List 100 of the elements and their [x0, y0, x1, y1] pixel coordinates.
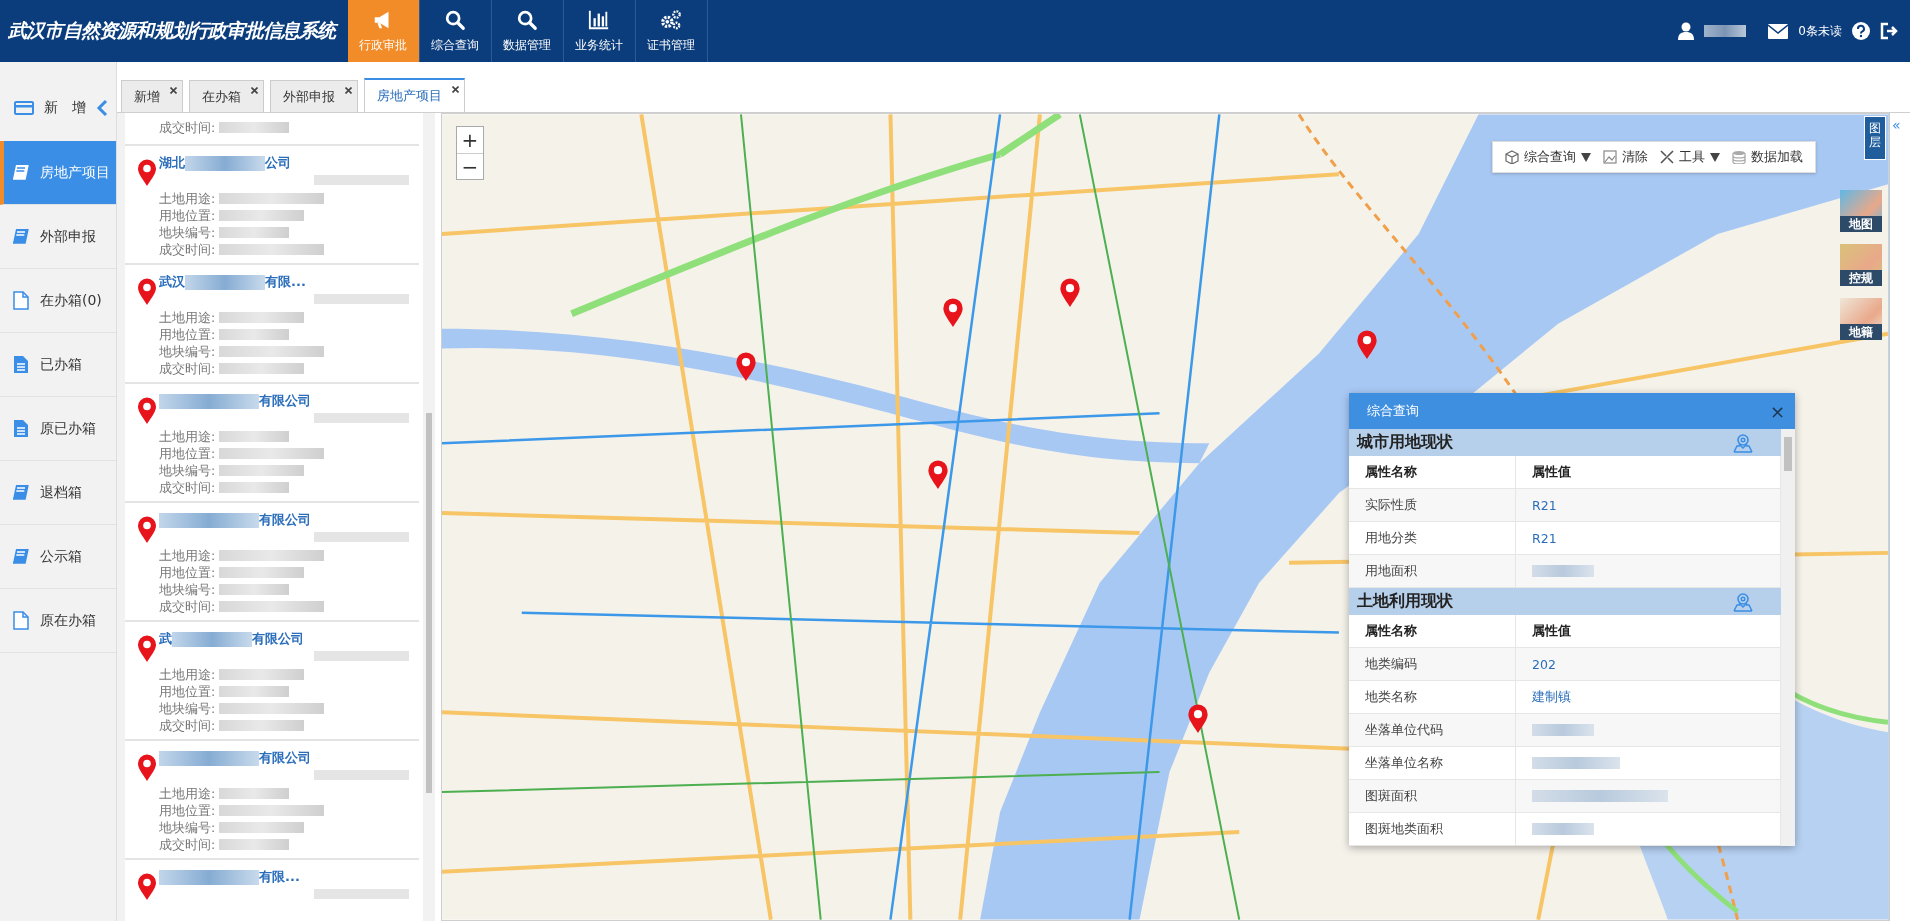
collapse-button[interactable]: «: [1890, 113, 1903, 137]
map-view[interactable]: + − 综合查询 清除 工具 数据加载 图层 地图 控规 地籍 综合查询 × 城市用地现状 属性名称 属性值 实际性质 R21 用地分类 R21 用地面积 土地利用现状 属性名称 属性值 地类编码 202 地类名称 建制镇 坐落单位代码 坐落单位名称 图斑面积 图斑地类面积: [441, 113, 1889, 921]
column-header: 属性名称: [1349, 615, 1516, 647]
field-line: 成交时间:: [159, 479, 419, 496]
nav-button[interactable]: 业务统计: [563, 0, 636, 62]
field-line: 地块编号:: [159, 819, 419, 836]
field-line: 用地位置:: [159, 207, 419, 224]
map-pin-icon: [137, 754, 157, 782]
project-card[interactable]: 湖北 公司 土地用途: 用地位置: 地块编号: 成交时间:: [125, 146, 419, 265]
user-icon: [1678, 22, 1695, 40]
scrollbar[interactable]: [1781, 429, 1795, 846]
column-header: 属性名称: [1349, 456, 1516, 488]
sidebar-item[interactable]: 原在办箱: [0, 589, 116, 653]
redacted-value: [1532, 724, 1594, 736]
close-icon[interactable]: [251, 87, 258, 94]
document-icon: [12, 355, 30, 374]
document-icon: [12, 291, 30, 310]
sidebar-item[interactable]: 退档箱: [0, 461, 116, 525]
close-icon[interactable]: [345, 87, 352, 94]
field-line: 土地用途:: [159, 547, 419, 564]
tab[interactable]: 在办箱: [189, 80, 264, 112]
field-line: 成交时间:: [159, 717, 419, 734]
search-icon: [444, 8, 467, 31]
redacted-value: [1532, 565, 1594, 577]
company-name[interactable]: 武 有限公司: [159, 630, 419, 648]
basemap-thumbnail[interactable]: 地籍: [1840, 298, 1882, 340]
close-button[interactable]: ×: [1769, 400, 1785, 422]
unread-messages[interactable]: 0条未读: [1798, 22, 1842, 40]
field-line: 地块编号:: [159, 462, 419, 479]
field-line: 用地位置:: [159, 564, 419, 581]
field-line: 用地位置:: [159, 802, 419, 819]
table-cell: 坐落单位代码: [1349, 714, 1516, 746]
help-icon[interactable]: [1852, 22, 1870, 40]
project-card[interactable]: 有限公司 土地用途: 用地位置: 地块编号: 成交时间:: [125, 741, 419, 860]
field-line: 成交时间:: [159, 241, 419, 258]
mail-icon[interactable]: [1768, 23, 1789, 39]
field-line: 成交时间:: [159, 360, 419, 377]
project-card[interactable]: 有限公司 土地用途: 用地位置: 地块编号: 成交时间:: [125, 503, 419, 622]
map-pin-icon: [942, 298, 964, 328]
table-cell: 地类编码: [1349, 648, 1516, 680]
redacted-value: [1532, 823, 1594, 835]
table-cell: 用地面积: [1349, 555, 1516, 587]
close-icon[interactable]: [170, 87, 177, 94]
nav-button[interactable]: 综合查询: [419, 0, 492, 62]
section-title: 城市用地现状: [1357, 432, 1453, 453]
company-name[interactable]: 有限公司: [159, 749, 419, 767]
bar-chart-icon: [588, 8, 611, 31]
sidebar-item[interactable]: 外部申报: [0, 205, 116, 269]
map-pin-icon: [137, 516, 157, 544]
table-cell: 图斑面积: [1349, 780, 1516, 812]
project-card[interactable]: 有限公司 土地用途: 用地位置: 地块编号: 成交时间:: [125, 384, 419, 503]
tab[interactable]: 外部申报: [270, 80, 358, 112]
field-line: 用地位置:: [159, 326, 419, 343]
scrollbar[interactable]: [423, 113, 435, 921]
project-card[interactable]: 武 有限公司 土地用途: 用地位置: 地块编号: 成交时间:: [125, 622, 419, 741]
cube-icon: [1505, 150, 1519, 164]
map-pin-icon: [137, 159, 157, 187]
map-pin-icon: [735, 352, 757, 382]
field-line: 成交时间:: [159, 119, 419, 136]
table-cell: 图斑地类面积: [1349, 813, 1516, 845]
layers-tab[interactable]: 图层: [1864, 116, 1886, 160]
basemap-thumbnail[interactable]: 地图: [1840, 190, 1882, 232]
nav-button[interactable]: 证书管理: [635, 0, 708, 62]
company-name[interactable]: 有限公司: [159, 392, 419, 410]
basemap-thumbnail[interactable]: 控规: [1840, 244, 1882, 286]
field-line: 土地用途:: [159, 309, 419, 326]
sidebar-item[interactable]: 公示箱: [0, 525, 116, 589]
sidebar-item[interactable]: 已办箱: [0, 333, 116, 397]
collapse-chevron-icon[interactable]: [96, 98, 108, 117]
company-name[interactable]: 武汉 有限...: [159, 273, 419, 291]
field-line: 地块编号:: [159, 581, 419, 598]
redacted-username: [1704, 25, 1747, 37]
field-line: 土地用途:: [159, 666, 419, 683]
close-icon[interactable]: [452, 86, 459, 93]
nav-button[interactable]: 数据管理: [491, 0, 564, 62]
tools-icon: [1660, 150, 1674, 164]
sidebar-item[interactable]: 在办箱(0): [0, 269, 116, 333]
sidebar-item[interactable]: 原已办箱: [0, 397, 116, 461]
project-card[interactable]: 有限...: [125, 860, 419, 921]
map-pin-icon: [137, 873, 157, 901]
book-icon: [12, 483, 30, 502]
section-title: 土地利用现状: [1357, 591, 1453, 612]
company-name[interactable]: 有限公司: [159, 511, 419, 529]
project-card[interactable]: 成交时间:: [125, 113, 419, 146]
map-pin-icon: [927, 460, 949, 490]
company-name[interactable]: 有限...: [159, 868, 419, 886]
logout-icon[interactable]: [1880, 22, 1898, 40]
popup-title: 综合查询: [1367, 402, 1419, 420]
tab[interactable]: 房地产项目: [364, 78, 465, 112]
project-card[interactable]: 武汉 有限... 土地用途: 用地位置: 地块编号: 成交时间:: [125, 265, 419, 384]
tab[interactable]: 新增: [121, 80, 183, 112]
card-icon: [14, 100, 34, 115]
document-icon: [12, 419, 30, 438]
map-pin-icon: [137, 278, 157, 306]
map-pin-icon: [1187, 704, 1209, 734]
search-icon: [516, 8, 539, 31]
new-button[interactable]: 新 增: [14, 98, 86, 117]
table-cell: 实际性质: [1349, 489, 1516, 521]
map-pin-icon: [137, 635, 157, 663]
company-name[interactable]: 湖北 公司: [159, 154, 419, 172]
